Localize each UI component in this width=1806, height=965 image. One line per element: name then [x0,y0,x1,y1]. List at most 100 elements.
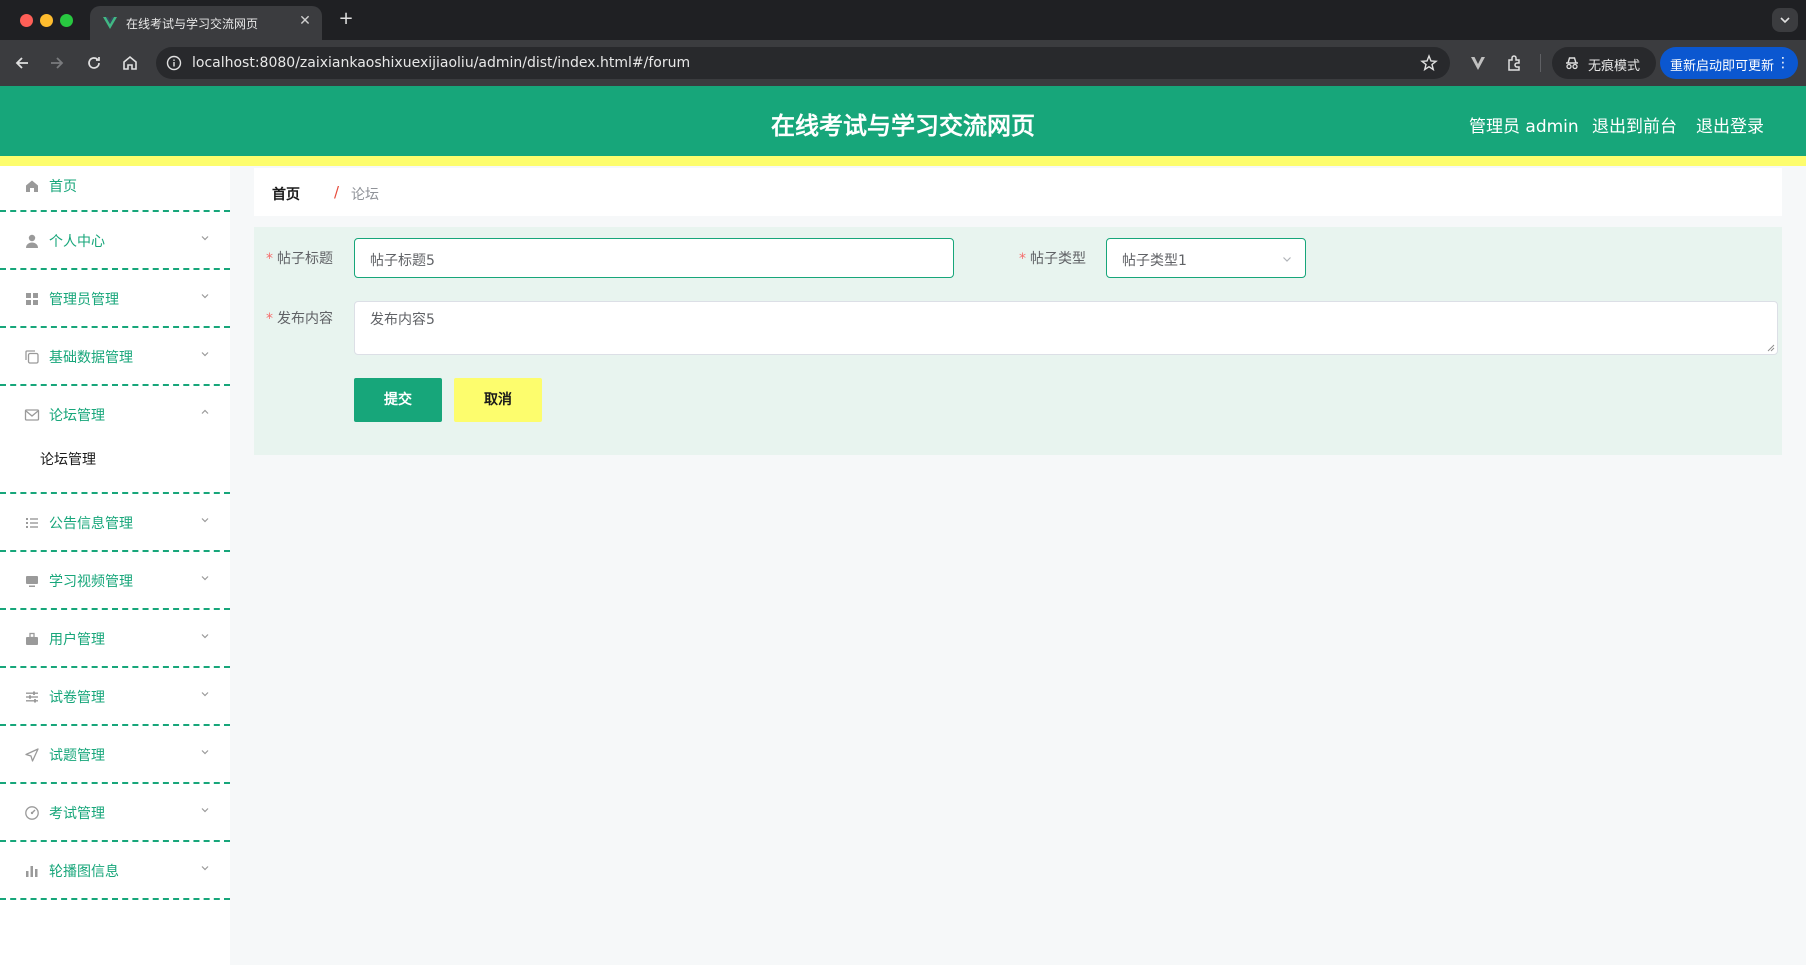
window-maximize-button[interactable] [60,14,73,27]
sidebar-item-admin[interactable]: 管理员管理 [0,270,230,328]
update-button[interactable]: 重新启动即可更新 ⋮ [1660,47,1798,79]
chevron-down-icon [201,294,209,299]
breadcrumb-home-link[interactable]: 首页 [272,184,300,204]
sidebar-item-label: 考试管理 [49,806,105,822]
update-label: 重新启动即可更新 [1670,59,1775,74]
more-vertical-icon[interactable]: ⋮ [1776,53,1790,73]
main-content: 首页 / 论坛 * 帖子标题 帖子标题5 * 帖子类型 帖子类型1 * 发布内容 发布… [230,166,1806,965]
window-minimize-button[interactable] [40,14,53,27]
sidebar-item-label: 公告信息管理 [49,516,133,532]
required-mark: * [266,311,273,327]
sidebar-item-label: 个人中心 [49,234,105,250]
home-icon [26,180,38,192]
submit-button[interactable]: 提交 [354,378,442,422]
sidebar-item-notice[interactable]: 公告信息管理 [0,494,230,552]
monitor-icon [26,576,38,587]
sidebar-item-label: 试题管理 [49,748,105,764]
chevron-down-icon [1780,17,1790,24]
header-accent-strip [0,156,1806,166]
post-type-select[interactable]: 帖子类型1 [1106,238,1306,278]
back-icon[interactable] [11,52,33,74]
chevron-down-icon [201,634,209,639]
post-content-textarea[interactable]: 发布内容5 [354,301,1778,355]
sidebar-item-basic-data[interactable]: 基础数据管理 [0,328,230,386]
sidebar-item-label: 管理员管理 [49,292,119,308]
bookmark-star-icon[interactable] [1420,54,1438,72]
sidebar-item-papers[interactable]: 试卷管理 [0,668,230,726]
post-title-input[interactable]: 帖子标题5 [354,238,954,278]
sidebar-item-label: 试卷管理 [49,690,105,706]
chevron-down-icon [201,576,209,581]
suitcase-icon [26,632,38,645]
home-browser-icon[interactable] [119,52,141,74]
browser-toolbar: localhost:8080/zaixiankaoshixuexijiaoliu… [0,40,1806,86]
chevron-down-icon [1283,257,1291,262]
browser-tab-bar: 在线考试与学习交流网页 ✕ + [0,0,1806,40]
sidebar-item-users[interactable]: 用户管理 [0,610,230,668]
cancel-button[interactable]: 取消 [454,378,542,422]
forum-edit-form: * 帖子标题 帖子标题5 * 帖子类型 帖子类型1 * 发布内容 发布内容5 提交 取… [254,227,1782,455]
user-icon [26,234,38,248]
window-close-button[interactable] [20,14,33,27]
incognito-icon [1566,57,1578,70]
forward-icon[interactable] [46,52,68,74]
sidebar-item-profile[interactable]: 个人中心 [0,212,230,270]
list-icon [26,518,38,528]
grid-icon [26,293,38,305]
required-mark: * [1019,251,1026,267]
site-info-icon[interactable] [166,55,182,71]
logout-link[interactable]: 退出登录 [1696,112,1764,137]
sidebar-item-label: 用户管理 [49,632,105,648]
sidebar-item-label: 学习视频管理 [49,574,133,590]
post-type-label-text: 帖子类型 [1030,251,1086,267]
exit-to-front-link[interactable]: 退出到前台 [1592,112,1677,137]
extension-v-icon[interactable] [1468,53,1488,73]
incognito-label: 无痕模式 [1588,59,1641,74]
send-icon [25,748,39,762]
tab-search-button[interactable] [1772,8,1798,32]
breadcrumb-current: 论坛 [351,187,379,203]
reload-icon[interactable] [83,52,105,74]
incognito-badge[interactable]: 无痕模式 [1552,47,1656,79]
submenu-item-forum-manage[interactable]: 论坛管理 [0,436,230,480]
browser-tab[interactable]: 在线考试与学习交流网页 ✕ [90,6,322,40]
sidebar-item-home[interactable]: 首页 [0,166,230,212]
sliders-icon [26,691,38,703]
new-tab-icon[interactable]: + [336,9,356,29]
url-text: localhost:8080/zaixiankaoshixuexijiaoliu… [192,55,691,71]
breadcrumb: 首页 / 论坛 [254,168,1782,216]
post-content-label: * 发布内容 [266,308,333,328]
vue-logo-icon [103,17,117,29]
tab-close-icon[interactable]: ✕ [296,12,314,30]
submenu-item-label: 论坛管理 [40,452,96,468]
extensions-puzzle-icon[interactable] [1505,53,1525,73]
address-bar[interactable]: localhost:8080/zaixiankaoshixuexijiaoliu… [156,47,1450,79]
required-mark: * [266,251,273,267]
sidebar-item-label: 基础数据管理 [49,350,133,366]
sidebar-item-questions[interactable]: 试题管理 [0,726,230,784]
copy-icon [25,350,39,364]
resize-grip-icon[interactable] [1767,344,1775,352]
chevron-down-icon [201,518,209,523]
post-content-label-text: 发布内容 [277,311,333,327]
sidebar-menu: 首页 个人中心 管理员管理 基础数据管理 论坛管理 论坛管理 公告信息管理 学习… [0,166,230,965]
admin-user-label: 管理员 admin [1469,117,1579,137]
sidebar-item-exams[interactable]: 考试管理 [0,784,230,842]
breadcrumb-separator: / [334,183,340,201]
mail-icon [24,409,40,421]
chevron-down-icon [201,352,209,357]
post-title-label-text: 帖子标题 [277,251,333,267]
chevron-up-icon [201,409,209,414]
sidebar-item-carousel[interactable]: 轮播图信息 [0,842,230,900]
post-type-label: * 帖子类型 [1019,248,1086,268]
sidebar-item-forum[interactable]: 论坛管理 论坛管理 [0,386,230,494]
bar-chart-icon [26,866,38,877]
toolbar-divider [1540,54,1541,72]
chevron-down-icon [201,692,209,697]
chevron-down-icon [201,236,209,241]
chevron-down-icon [201,808,209,813]
post-content-value: 发布内容5 [370,312,435,328]
post-title-value: 帖子标题5 [370,253,435,269]
sidebar-item-video[interactable]: 学习视频管理 [0,552,230,610]
post-title-label: * 帖子标题 [266,248,333,268]
